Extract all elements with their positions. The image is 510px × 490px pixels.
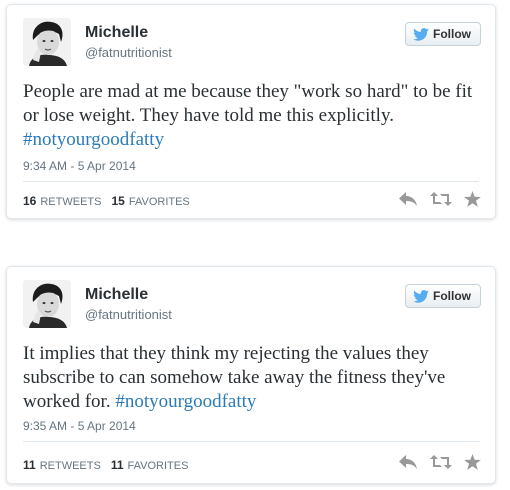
follow-button[interactable]: Follow bbox=[405, 22, 481, 46]
star-icon[interactable] bbox=[464, 191, 481, 207]
favorite-label[interactable]: FAVORITES bbox=[128, 460, 189, 472]
hashtag-link[interactable]: #notyourgoodfatty bbox=[115, 391, 256, 412]
avatar[interactable] bbox=[23, 280, 71, 328]
user-name[interactable]: Michelle bbox=[85, 286, 148, 304]
timestamp[interactable]: 9:35 AM - 5 Apr 2014 bbox=[23, 419, 136, 433]
hashtag-link[interactable]: #notyourgoodfatty bbox=[23, 129, 164, 150]
tweet-card: Michelle @fatnutritionist Follow It impl… bbox=[6, 266, 496, 484]
retweet-icon[interactable] bbox=[430, 454, 452, 470]
user-handle[interactable]: @fatnutritionist bbox=[85, 45, 172, 60]
favorite-count[interactable]: 11 bbox=[111, 458, 124, 472]
reply-icon[interactable] bbox=[398, 191, 418, 207]
tweet-actions bbox=[398, 191, 481, 207]
twitter-bird-icon bbox=[413, 27, 429, 41]
favorite-count[interactable]: 15 bbox=[111, 194, 124, 208]
divider bbox=[23, 441, 479, 442]
user-handle[interactable]: @fatnutritionist bbox=[85, 307, 172, 322]
retweet-label[interactable]: RETWEETS bbox=[40, 460, 101, 472]
tweet-stats: 16 RETWEETS 15 FAVORITES bbox=[23, 194, 196, 208]
retweet-count[interactable]: 11 bbox=[23, 458, 36, 472]
timestamp[interactable]: 9:34 AM - 5 Apr 2014 bbox=[23, 159, 136, 173]
follow-label: Follow bbox=[433, 27, 471, 41]
reply-icon[interactable] bbox=[398, 454, 418, 470]
divider bbox=[23, 181, 479, 182]
twitter-bird-icon bbox=[413, 289, 429, 303]
star-icon[interactable] bbox=[464, 454, 481, 470]
retweet-count[interactable]: 16 bbox=[23, 194, 36, 208]
tweet-card: Michelle @fatnutritionist Follow People … bbox=[6, 4, 496, 219]
tweet-text: People are mad at me because they "work … bbox=[23, 80, 483, 152]
retweet-label[interactable]: RETWEETS bbox=[40, 196, 101, 208]
follow-button[interactable]: Follow bbox=[405, 284, 481, 308]
retweet-icon[interactable] bbox=[430, 191, 452, 207]
user-name[interactable]: Michelle bbox=[85, 24, 148, 42]
tweet-stats: 11 RETWEETS 11 FAVORITES bbox=[23, 458, 194, 472]
tweet-body: People are mad at me because they "work … bbox=[23, 81, 473, 126]
follow-label: Follow bbox=[433, 289, 471, 303]
tweet-actions bbox=[398, 454, 481, 470]
favorite-label[interactable]: FAVORITES bbox=[129, 196, 190, 208]
avatar[interactable] bbox=[23, 18, 71, 66]
tweet-text: It implies that they think my rejecting … bbox=[23, 342, 483, 414]
